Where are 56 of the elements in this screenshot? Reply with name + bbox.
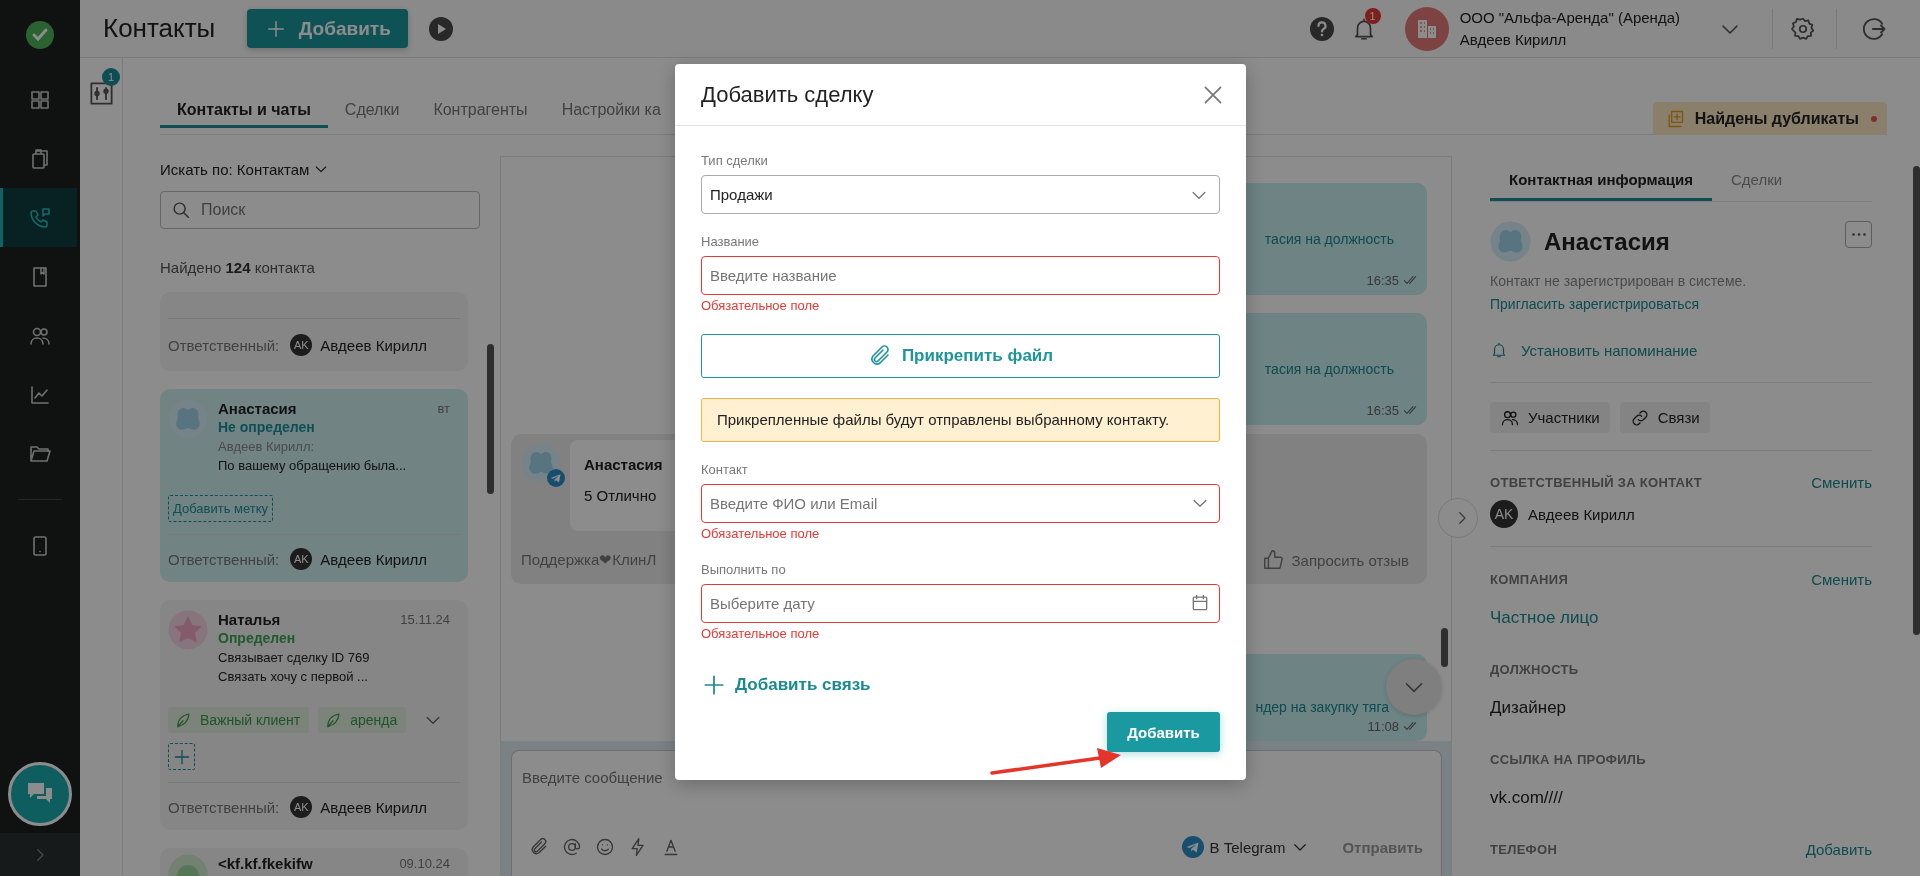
section-title: ОТВЕТСТВЕННЫЙ ЗА КОНТАКТ <box>1490 474 1703 490</box>
responsible-name: Авдеев Кирилл <box>320 550 428 568</box>
notification-badge: 1 <box>1364 7 1381 24</box>
message-time: 11:08 <box>1367 718 1399 734</box>
message-text: тасия на должность <box>1264 360 1394 379</box>
organization-name: ООО "Альфа-Аренда" (Аренда) <box>1459 7 1680 28</box>
error-message: Обязательное поле <box>701 297 821 314</box>
field-label: Название <box>701 233 761 251</box>
message-text: 5 Отлично <box>584 487 657 504</box>
message-time: 16:35 <box>1366 272 1399 288</box>
contact-name: Анастасия <box>218 399 297 417</box>
message-time: 16:35 <box>1366 402 1399 418</box>
message-author: Авдеев Кирилл: <box>218 438 316 456</box>
section-title: ДОЛЖНОСТЬ <box>1490 661 1579 677</box>
responsible-label: Ответственный: <box>168 336 280 354</box>
field-value: Дизайнер <box>1490 698 1567 718</box>
contact-status: Определен <box>218 629 297 648</box>
section-title: КОМПАНИЯ <box>1490 571 1569 587</box>
user-name: Авдеев Кирилл <box>1459 29 1568 50</box>
contact-status: Не определен <box>218 418 316 437</box>
info-notice: Прикрепленные файлы будут отправлены выбранному контакту. <box>701 398 1220 442</box>
message-text: тасия на должность <box>1264 230 1394 249</box>
contact-date: вт <box>437 400 450 416</box>
error-message: Обязательное поле <box>701 625 821 642</box>
error-message: Обязательное поле <box>701 525 821 542</box>
field-label: Контакт <box>701 461 749 479</box>
message-preview: Связать хочу с первой ... <box>218 668 369 686</box>
contact-name: Анастасия <box>1544 227 1670 256</box>
field-label: Тип сделки <box>701 152 769 170</box>
dialog-title: Добавить сделку <box>701 81 874 108</box>
sender-name: Анастасия <box>584 456 663 475</box>
contact-name: Наталья <box>218 610 281 628</box>
responsible-label: Ответственный: <box>168 798 280 816</box>
message-text: ндер на закупку тяга <box>1255 698 1389 717</box>
section-title: ТЕЛЕФОН <box>1490 841 1558 857</box>
responsible-name: Авдеев Кирилл <box>1528 505 1635 523</box>
user-avatar: AK <box>1490 500 1518 528</box>
page-title: Контакты <box>103 13 216 44</box>
user-avatar: AK <box>290 796 313 818</box>
message-preview: По вашему обращению была... <box>218 457 408 475</box>
message-preview: Связывает сделку ID 769 <box>218 649 371 667</box>
user-avatar: AK <box>290 548 313 570</box>
results-count: Найдено 124 контакта <box>160 258 316 278</box>
section-title: ССЫЛКА НА ПРОФИЛЬ <box>1490 751 1646 767</box>
responsible-name: Авдеев Кирилл <box>320 798 428 816</box>
message-signature: Поддержка❤КлинЛ <box>521 551 657 569</box>
registration-note: Контакт не зарегистрирован в системе. <box>1490 272 1748 291</box>
field-value: vk.com//// <box>1490 788 1563 808</box>
contact-date: 15.11.24 <box>400 611 450 627</box>
responsible-label: Ответственный: <box>168 550 280 568</box>
user-avatar: AK <box>290 334 313 356</box>
responsible-name: Авдеев Кирилл <box>320 336 428 354</box>
field-label: Выполнить по <box>701 561 787 579</box>
contact-date: 09.10.24 <box>399 855 450 871</box>
contact-name: <kf.kf.fkekifw <box>218 854 313 872</box>
filter-badge: 1 <box>102 68 120 86</box>
